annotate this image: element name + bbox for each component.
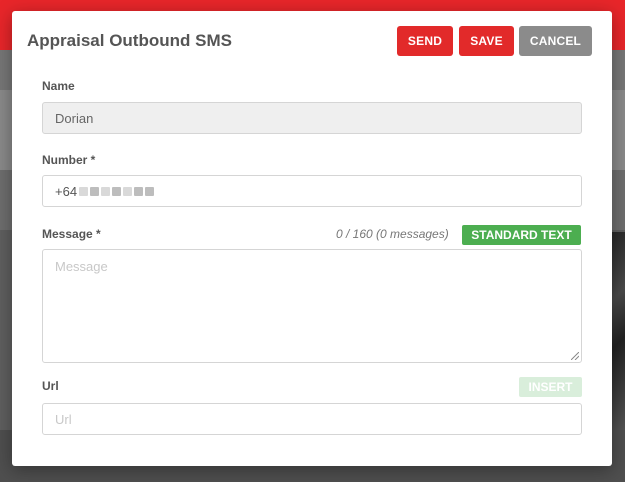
redacted-number-blur bbox=[79, 186, 155, 196]
insert-button[interactable]: INSERT bbox=[519, 377, 582, 397]
resize-handle-icon[interactable] bbox=[571, 352, 579, 360]
name-label: Name bbox=[42, 79, 75, 93]
dialog-title: Appraisal Outbound SMS bbox=[27, 31, 232, 50]
message-counter: 0 / 160 (0 messages) bbox=[336, 227, 449, 241]
name-value: Dorian bbox=[55, 110, 94, 126]
send-button[interactable]: SEND bbox=[397, 26, 453, 56]
number-prefix: +64 bbox=[55, 183, 78, 199]
save-button[interactable]: SAVE bbox=[459, 26, 514, 56]
number-field[interactable]: +64 bbox=[42, 175, 582, 207]
name-field: Dorian bbox=[42, 102, 582, 134]
message-placeholder: Message bbox=[55, 259, 108, 274]
sms-dialog: Appraisal Outbound SMS SEND SAVE CANCEL … bbox=[12, 11, 612, 466]
url-label: Url bbox=[42, 379, 59, 393]
url-field[interactable]: Url bbox=[42, 403, 582, 435]
url-placeholder: Url bbox=[55, 411, 72, 427]
standard-text-button[interactable]: STANDARD TEXT bbox=[462, 225, 581, 245]
cancel-button[interactable]: CANCEL bbox=[519, 26, 592, 56]
number-label: Number * bbox=[42, 153, 96, 167]
message-textarea[interactable]: Message bbox=[42, 249, 582, 363]
message-label: Message * bbox=[42, 227, 101, 241]
